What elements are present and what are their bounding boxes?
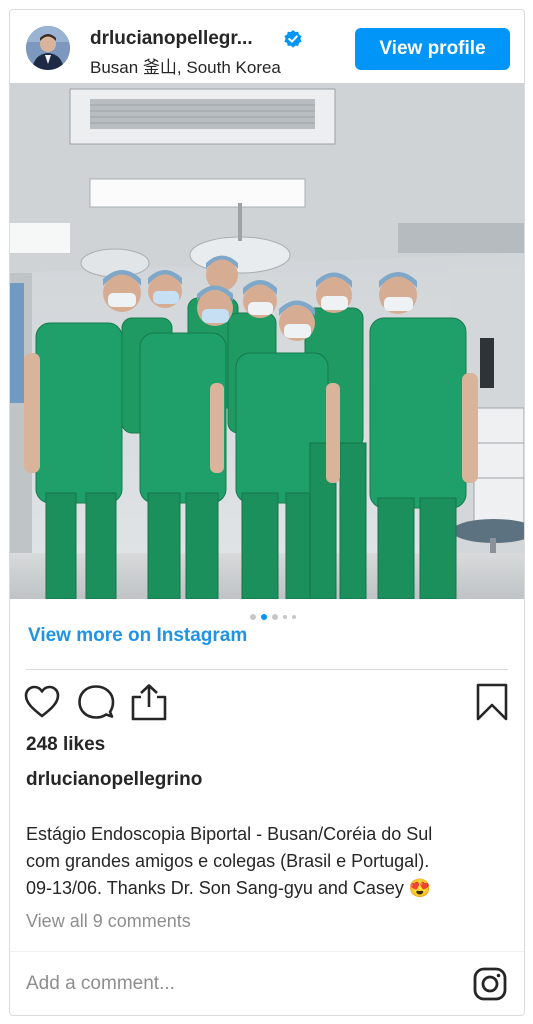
caption-line: Estágio Endoscopia Biportal - Busan/Coré… [26,824,433,844]
view-more-link[interactable]: View more on Instagram [28,625,247,647]
post-location[interactable]: Busan 釜山, South Korea [90,53,281,78]
instagram-embed-card: drlucianopellegr... Busan 釜山, South Kore… [9,9,525,1016]
likes-count[interactable]: 248 likes [26,734,105,756]
comment-bubble-icon[interactable] [77,683,115,721]
caption-line: com grandes amigos e colegas (Brasil e P… [26,851,430,871]
carousel-indicator [250,613,296,621]
verified-badge-icon [284,30,302,48]
view-all-comments-link[interactable]: View all 9 comments [26,911,191,932]
bookmark-icon[interactable] [473,683,511,721]
username[interactable]: drlucianopellegr... [90,28,253,50]
view-profile-button[interactable]: View profile [355,28,510,70]
caption-author[interactable]: drlucianopellegrino [26,769,202,791]
divider [10,951,524,952]
add-comment-input[interactable] [26,973,426,995]
carousel-dot [292,615,296,619]
carousel-dot-active [261,614,267,620]
carousel-dot [250,614,256,620]
avatar[interactable] [26,26,70,70]
post-caption: Estágio Endoscopia Biportal - Busan/Coré… [26,821,516,902]
instagram-logo-icon[interactable] [473,967,507,1001]
heart-icon[interactable] [23,683,61,721]
carousel-dot [283,615,287,619]
divider [26,669,508,670]
caption-line: 09-13/06. Thanks Dr. Son Sang-gyu and Ca… [26,878,432,898]
share-upload-icon[interactable] [130,683,168,721]
post-photo[interactable] [10,83,524,599]
carousel-dot [272,614,278,620]
post-header: drlucianopellegr... Busan 釜山, South Kore… [10,10,524,83]
